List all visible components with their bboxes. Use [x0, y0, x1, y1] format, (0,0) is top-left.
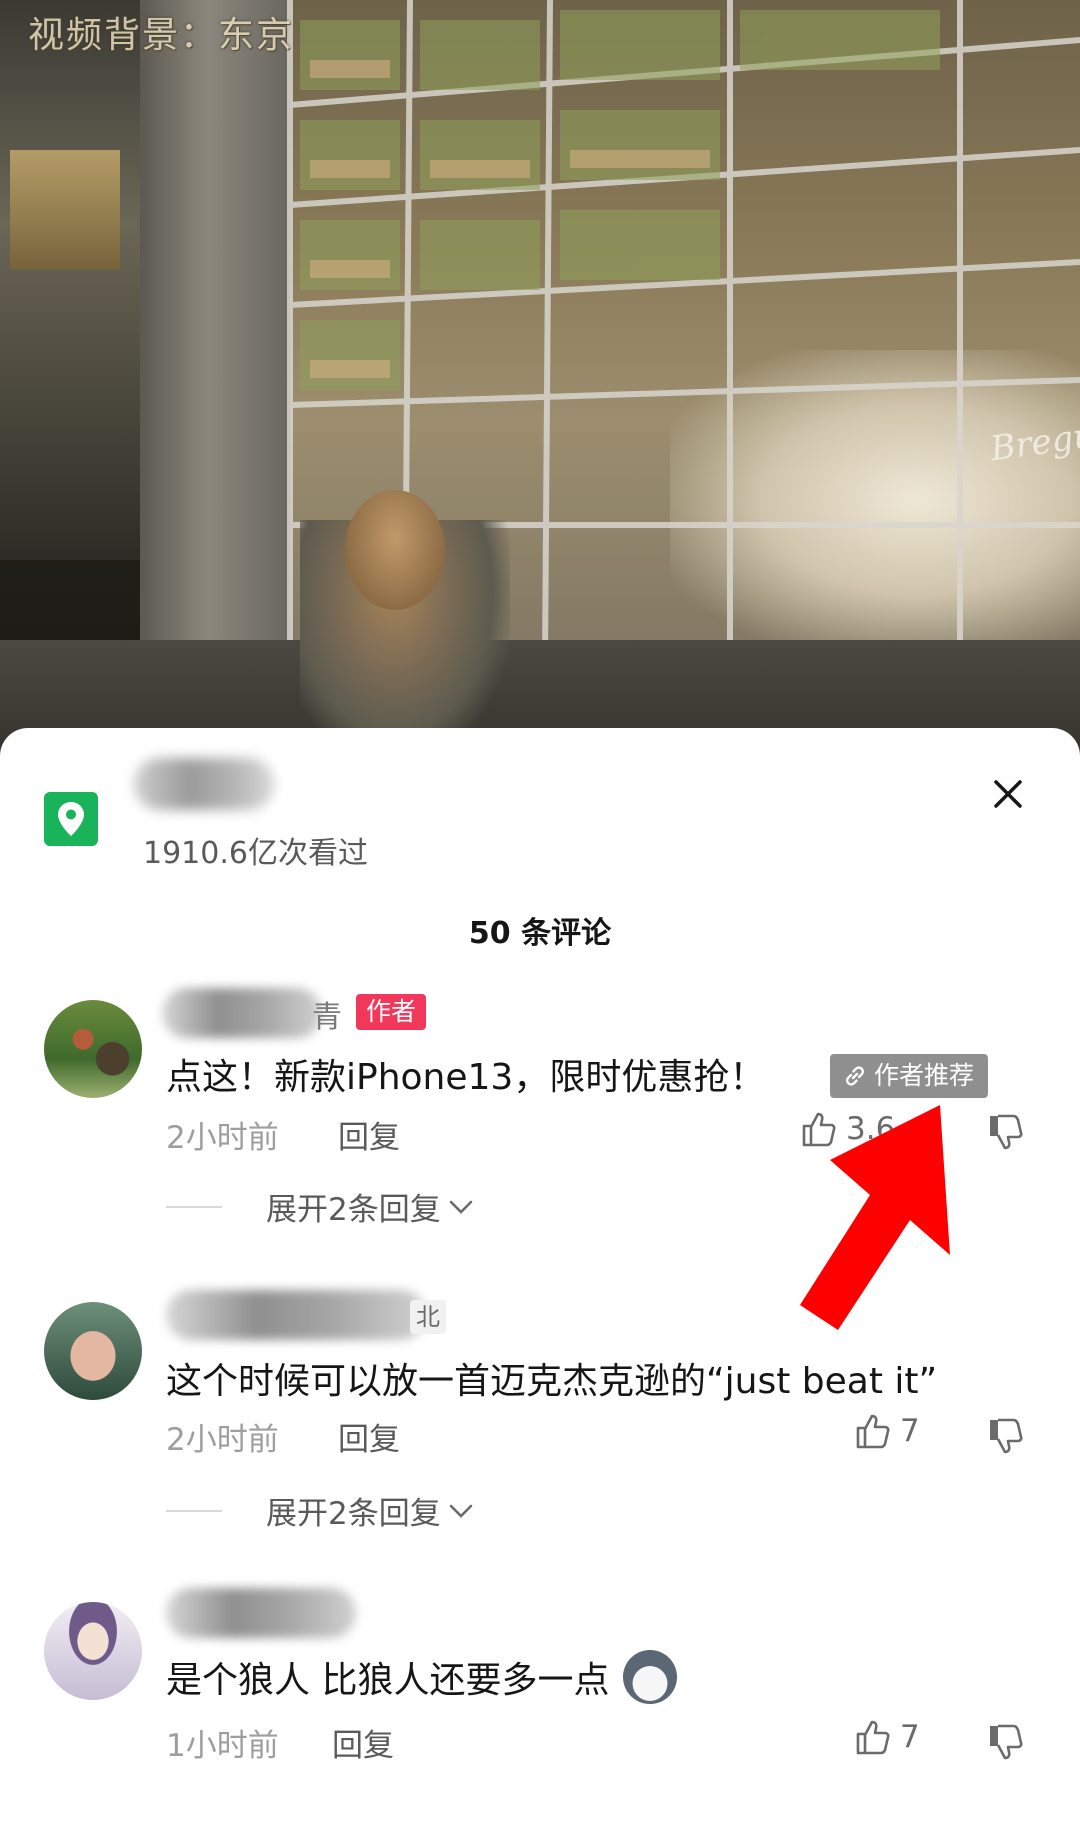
video-watermark: 视频背景：东京 — [28, 15, 295, 56]
username-redacted[interactable] — [166, 1290, 426, 1340]
thumbs-up-icon — [856, 1414, 890, 1449]
reply-button[interactable]: 回复 — [338, 1414, 400, 1459]
reply-button[interactable]: 回复 — [338, 1112, 400, 1157]
like-count: 7 — [900, 1719, 920, 1755]
like-count: 7 — [900, 1413, 920, 1449]
expand-replies-button[interactable]: 展开2条回复 — [166, 1184, 477, 1229]
divider — [166, 1509, 222, 1512]
comment-time: 2小时前 — [166, 1422, 279, 1458]
chevron-down-icon — [449, 1504, 473, 1518]
pedestrian-head — [345, 490, 445, 610]
region-tag: 北 — [410, 1300, 446, 1334]
thumbs-down-icon[interactable] — [986, 1112, 1026, 1152]
comment-item: 是个狼人 比狼人还要多一点 1小时前 回复 7 — [0, 1580, 1080, 1820]
video-background[interactable]: Breguet 视频背景：东京 — [0, 0, 1080, 760]
reply-button[interactable]: 回复 — [332, 1720, 394, 1765]
comment-count: 50 条评论 — [468, 916, 612, 951]
expand-replies-label: 展开2条回复 — [266, 1496, 441, 1532]
divider — [166, 1205, 222, 1208]
location-pin-icon[interactable] — [44, 792, 98, 846]
chevron-down-icon — [449, 1200, 473, 1214]
annotation-arrow-icon — [800, 1105, 950, 1330]
comment-text[interactable]: 这个时候可以放一首迈克杰克逊的“just beat it” — [166, 1352, 937, 1404]
username-redacted[interactable] — [166, 1588, 356, 1638]
comment-text-content: 是个狼人 比狼人还要多一点 — [166, 1660, 610, 1701]
wolf-emoji — [622, 1650, 677, 1704]
location-view-count: 1910.6亿次看过 — [143, 836, 368, 871]
username-redacted[interactable] — [162, 988, 322, 1038]
comment-time: 2小时前 — [166, 1120, 279, 1156]
author-recommend-tag[interactable]: 作者推荐 — [830, 1054, 989, 1098]
close-icon — [994, 780, 1022, 808]
thumbs-down-icon[interactable] — [986, 1416, 1026, 1456]
avatar[interactable] — [44, 1302, 142, 1400]
comment-text[interactable]: 点这！新款iPhone13，限时优惠抢！ — [166, 1048, 765, 1100]
expand-replies-button[interactable]: 展开2条回复 — [166, 1488, 477, 1533]
close-button[interactable] — [986, 772, 1030, 816]
link-icon — [846, 1066, 864, 1086]
comment-text[interactable]: 是个狼人 比狼人还要多一点 — [166, 1650, 677, 1704]
location-name-redacted[interactable] — [134, 758, 274, 810]
comment-time: 1小时前 — [166, 1728, 279, 1764]
expand-replies-label: 展开2条回复 — [266, 1192, 441, 1228]
username-tail: 青 — [312, 1000, 342, 1035]
like-button[interactable]: 7 — [854, 1718, 920, 1756]
avatar[interactable] — [44, 1000, 142, 1098]
avatar[interactable] — [44, 1602, 142, 1700]
thumbs-down-icon[interactable] — [986, 1722, 1026, 1762]
stone-pillar — [140, 0, 290, 650]
left-shopfront — [0, 0, 140, 560]
author-recommend-label: 作者推荐 — [874, 1061, 975, 1090]
author-badge: 作者 — [356, 994, 427, 1030]
like-button[interactable]: 7 — [854, 1412, 920, 1450]
thumbs-up-icon — [856, 1720, 890, 1755]
